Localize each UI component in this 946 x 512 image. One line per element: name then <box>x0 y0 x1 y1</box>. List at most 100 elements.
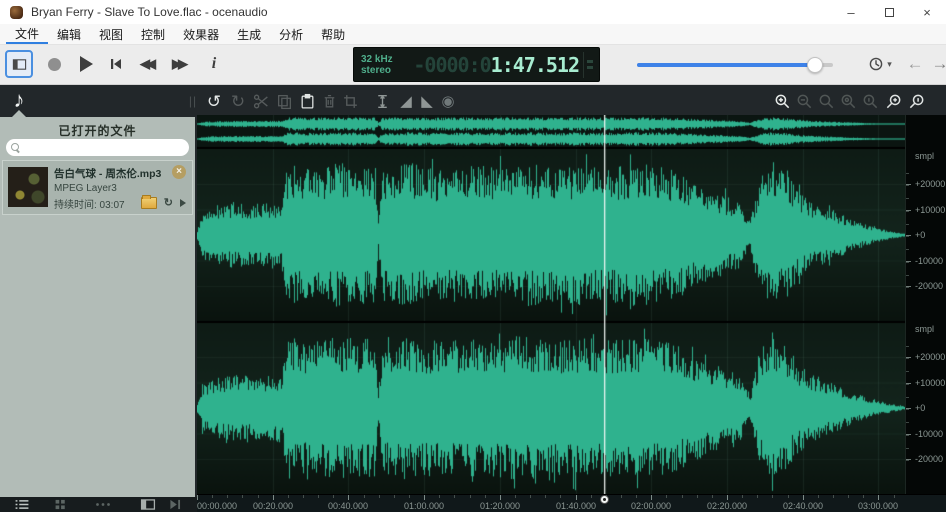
time-format-selector[interactable] <box>583 52 596 78</box>
paste-button[interactable] <box>297 91 317 111</box>
waveform-view[interactable] <box>197 115 905 494</box>
fade-in-icon: ◢ <box>400 94 412 109</box>
fade-out-button[interactable]: ◣ <box>417 91 437 111</box>
cut-button[interactable] <box>251 91 271 111</box>
zoom-out-icon <box>796 93 813 110</box>
zoom-in-button[interactable] <box>772 91 792 111</box>
skip-start-icon <box>108 56 124 72</box>
zoom-all-button[interactable] <box>838 91 858 111</box>
waveform-canvas[interactable] <box>197 115 905 494</box>
maximize-button[interactable] <box>870 0 908 24</box>
fade-out-icon: ◣ <box>421 94 433 109</box>
list-view-icon[interactable] <box>14 499 30 510</box>
sidebar-toggle-button[interactable] <box>5 50 33 78</box>
scale-tick-label: -20000 <box>915 281 943 291</box>
scale-tick-label: +0 <box>915 230 925 240</box>
vertical-zoom-in-button[interactable] <box>883 91 903 111</box>
menu-item-4[interactable]: 效果器 <box>174 24 228 44</box>
search-box[interactable] <box>6 139 189 156</box>
level-icon <box>374 93 391 110</box>
play-icon <box>80 56 93 72</box>
file-close-button[interactable]: × <box>172 165 186 179</box>
history-clock-icon <box>868 56 884 72</box>
copy-icon <box>276 93 293 110</box>
playhead-marker[interactable] <box>600 495 609 504</box>
tab-pointer <box>12 110 26 117</box>
more-options-icon[interactable] <box>94 499 112 510</box>
adjust-level-button[interactable] <box>372 91 392 111</box>
redo-icon: ↻ <box>231 93 245 110</box>
info-button[interactable]: i <box>200 50 228 78</box>
file-play-button[interactable] <box>180 199 186 207</box>
zoom-selection-button[interactable] <box>816 91 836 111</box>
menubar: 文件编辑视图控制效果器生成分析帮助 <box>0 24 946 45</box>
loudness-icon: ◉ <box>441 94 454 109</box>
timeline-ruler[interactable]: 00:00.00000:20.00000:40.00001:00.00001:2… <box>197 494 946 512</box>
copy-button[interactable] <box>274 91 294 111</box>
forward-arrow-icon: → <box>932 54 946 74</box>
zoom-out-button[interactable] <box>794 91 814 111</box>
close-button[interactable]: × <box>908 0 946 24</box>
file-list-item[interactable]: 告白气球 - 周杰伦.mp3 MPEG Layer3 持续时间: 03:07 ×… <box>2 160 193 215</box>
skip-start-button[interactable] <box>102 50 130 78</box>
nav-forward-button[interactable]: → <box>926 50 946 78</box>
play-button[interactable] <box>72 50 100 78</box>
scale-tick-label: -10000 <box>915 429 943 439</box>
sidebar-panel-icon <box>12 57 27 72</box>
titlebar: Bryan Ferry - Slave To Love.flac - ocena… <box>0 0 946 24</box>
time-dim-digits: -0000:0 <box>413 53 490 77</box>
crop-icon <box>342 93 359 110</box>
menu-item-1[interactable]: 编辑 <box>48 24 90 44</box>
trim-button[interactable] <box>340 91 360 111</box>
menu-item-3[interactable]: 控制 <box>132 24 174 44</box>
file-folder-button[interactable] <box>141 197 157 209</box>
loudness-button[interactable]: ◉ <box>438 91 458 111</box>
rewind-button[interactable]: ◀◀ <box>132 50 160 78</box>
nav-back-button[interactable]: ← <box>901 50 929 78</box>
timeline-label: 00:40.000 <box>328 501 368 511</box>
ocenaudio-window: Bryan Ferry - Slave To Love.flac - ocena… <box>0 0 946 512</box>
timeline-label: 01:20.000 <box>480 501 520 511</box>
menu-item-0[interactable]: 文件 <box>6 24 48 44</box>
fast-forward-button[interactable]: ▶▶ <box>164 50 192 78</box>
zoom-in-icon <box>774 93 791 110</box>
zoom-one-to-one-button[interactable] <box>860 91 880 111</box>
file-format: MPEG Layer3 <box>54 183 192 194</box>
app-icon <box>10 6 23 19</box>
panel-title: 已打开的文件 <box>0 117 195 139</box>
file-loop-button[interactable]: ↻ <box>164 196 173 209</box>
timeline-label: 01:40.000 <box>556 501 596 511</box>
back-arrow-icon: ← <box>907 54 924 74</box>
panel-layout-icon[interactable] <box>140 499 156 510</box>
channel-mode-label: stereo <box>361 65 393 76</box>
paste-icon <box>299 93 316 110</box>
trash-icon <box>321 93 338 110</box>
history-button[interactable]: ▾ <box>863 50 897 78</box>
redo-button[interactable]: ↻ <box>228 91 248 111</box>
menu-item-6[interactable]: 分析 <box>270 24 312 44</box>
menu-item-2[interactable]: 视图 <box>90 24 132 44</box>
undo-icon: ↺ <box>207 93 221 110</box>
scale-tick-label: -20000 <box>915 454 943 464</box>
scale-unit-label-ch1: smpl <box>915 151 934 161</box>
menu-item-7[interactable]: 帮助 <box>312 24 354 44</box>
timeline-label: 02:00.000 <box>631 501 671 511</box>
time-current: 1:47.512 <box>491 53 579 77</box>
toolbar-drag-handle[interactable]: || <box>183 91 203 111</box>
vertical-zoom-out-icon <box>908 93 925 110</box>
menu-item-5[interactable]: 生成 <box>228 24 270 44</box>
mini-transport-icon[interactable] <box>168 499 182 510</box>
vertical-zoom-out-button[interactable] <box>906 91 926 111</box>
delete-button[interactable] <box>319 91 339 111</box>
scale-tick-label: +0 <box>915 403 925 413</box>
record-button[interactable] <box>40 50 68 78</box>
volume-slider[interactable] <box>637 63 833 67</box>
zoom-one-icon <box>862 93 879 110</box>
scale-tick-label: +20000 <box>915 179 945 189</box>
search-input[interactable] <box>25 142 175 153</box>
minimize-button[interactable]: – <box>832 0 870 24</box>
grid-view-icon[interactable] <box>54 499 70 510</box>
undo-button[interactable]: ↺ <box>204 91 224 111</box>
fade-in-button[interactable]: ◢ <box>396 91 416 111</box>
timeline-label: 03:00.000 <box>858 501 898 511</box>
